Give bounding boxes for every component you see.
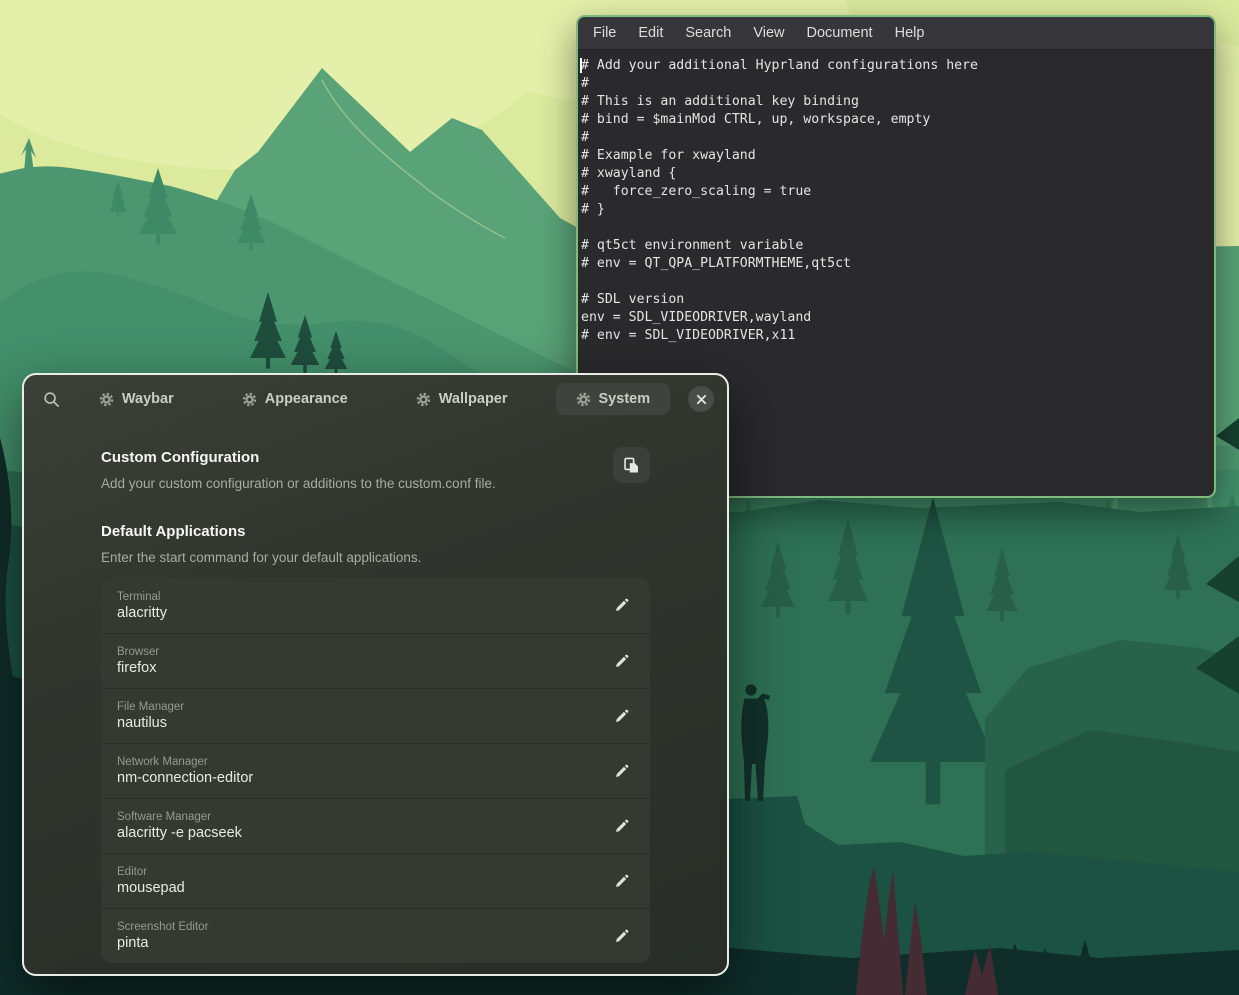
app-label: Terminal	[117, 591, 606, 603]
menu-edit[interactable]: Edit	[627, 19, 674, 47]
search-icon[interactable]	[42, 390, 61, 409]
app-row-network-manager: Network Manager nm-connection-editor	[101, 743, 650, 798]
pencil-icon	[613, 597, 630, 614]
text-cursor	[580, 58, 582, 73]
edit-browser-button[interactable]	[606, 646, 636, 676]
app-row-software-manager: Software Manager alacritty -e pacseek	[101, 798, 650, 853]
tab-system[interactable]: System	[556, 383, 671, 415]
app-value: pinta	[117, 935, 606, 951]
menu-help[interactable]: Help	[884, 19, 936, 47]
pencil-icon	[613, 928, 630, 945]
section-title: Custom Configuration	[101, 449, 496, 466]
app-row-file-manager: File Manager nautilus	[101, 688, 650, 743]
tab-label: Wallpaper	[439, 391, 508, 407]
tab-waybar[interactable]: Waybar	[79, 383, 194, 415]
tab-wallpaper[interactable]: Wallpaper	[396, 383, 528, 415]
app-row-browser: Browser firefox	[101, 633, 650, 688]
desktop: File Edit Search View Document Help # Ad…	[0, 0, 1239, 995]
pencil-icon	[613, 708, 630, 725]
gear-icon	[242, 392, 257, 407]
app-label: Editor	[117, 866, 606, 878]
copy-file-icon	[622, 456, 641, 475]
section-title: Default Applications	[101, 523, 650, 540]
menu-view[interactable]: View	[742, 19, 795, 47]
dialog-body: Custom Configuration Add your custom con…	[24, 423, 727, 963]
app-row-screenshot-editor: Screenshot Editor pinta	[101, 908, 650, 963]
pencil-icon	[613, 818, 630, 835]
tab-label: Appearance	[265, 391, 348, 407]
gear-icon	[416, 392, 431, 407]
pencil-icon	[613, 873, 630, 890]
app-value: nautilus	[117, 715, 606, 731]
app-value: nm-connection-editor	[117, 770, 606, 786]
section-subtitle: Add your custom configuration or additio…	[101, 476, 496, 491]
tab-bar: Waybar Appearance	[61, 383, 688, 415]
app-value: alacritty	[117, 605, 606, 621]
edit-screenshot-editor-button[interactable]	[606, 921, 636, 951]
section-custom-configuration: Custom Configuration Add your custom con…	[101, 449, 650, 491]
open-custom-conf-button[interactable]	[613, 447, 650, 483]
tab-appearance[interactable]: Appearance	[222, 383, 368, 415]
editor-menubar: File Edit Search View Document Help	[578, 17, 1214, 50]
menu-document[interactable]: Document	[796, 19, 884, 47]
tab-label: Waybar	[122, 391, 174, 407]
tab-label: System	[599, 391, 651, 407]
app-row-editor: Editor mousepad	[101, 853, 650, 908]
app-label: Network Manager	[117, 756, 606, 768]
dialog-header: Waybar Appearance	[24, 375, 727, 423]
menu-file[interactable]: File	[582, 19, 627, 47]
edit-file-manager-button[interactable]	[606, 701, 636, 731]
app-row-terminal: Terminal alacritty	[101, 578, 650, 633]
gear-icon	[576, 392, 591, 407]
app-label: Browser	[117, 646, 606, 658]
default-apps-list: Terminal alacritty Browser firefox	[101, 578, 650, 963]
close-icon	[696, 394, 707, 405]
menu-search[interactable]: Search	[674, 19, 742, 47]
section-subtitle: Enter the start command for your default…	[101, 550, 650, 565]
edit-editor-button[interactable]	[606, 866, 636, 896]
section-default-applications: Default Applications Enter the start com…	[101, 523, 650, 565]
app-label: Software Manager	[117, 811, 606, 823]
app-value: mousepad	[117, 880, 606, 896]
edit-network-manager-button[interactable]	[606, 756, 636, 786]
app-value: alacritty -e pacseek	[117, 825, 606, 841]
edit-software-manager-button[interactable]	[606, 811, 636, 841]
settings-dialog: Waybar Appearance	[22, 373, 729, 976]
close-button[interactable]	[688, 386, 714, 412]
app-label: File Manager	[117, 701, 606, 713]
gear-icon	[99, 392, 114, 407]
app-value: firefox	[117, 660, 606, 676]
pencil-icon	[613, 653, 630, 670]
edit-terminal-button[interactable]	[606, 591, 636, 621]
pencil-icon	[613, 763, 630, 780]
app-label: Screenshot Editor	[117, 921, 606, 933]
editor-content: # Add your additional Hyprland configura…	[581, 57, 1210, 345]
